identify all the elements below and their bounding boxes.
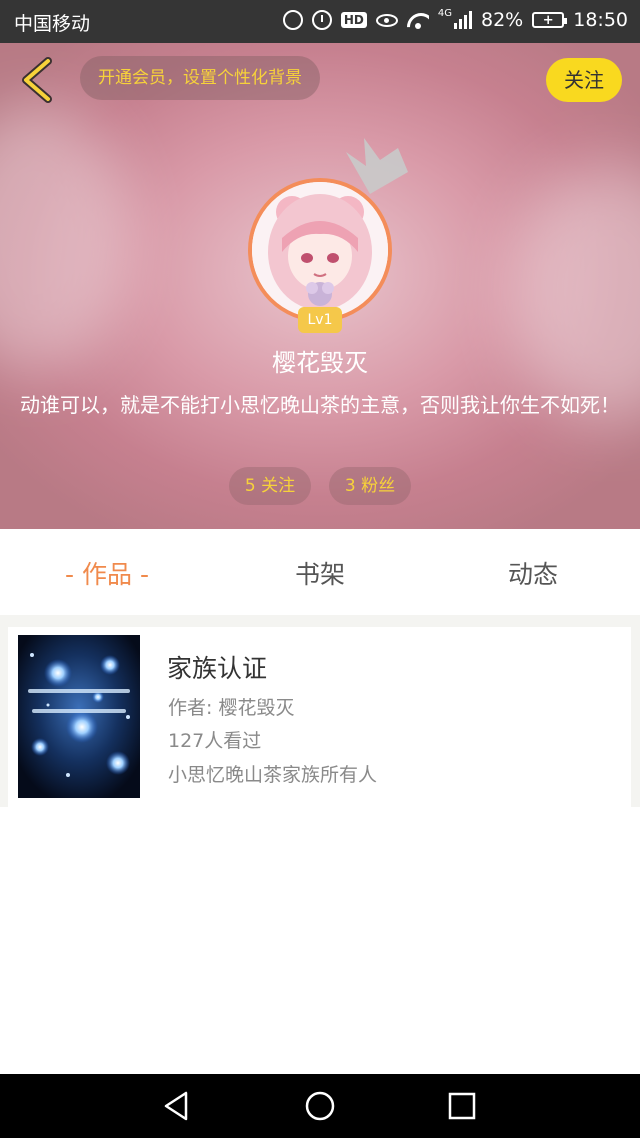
back-button[interactable] [18, 57, 58, 103]
eye-comfort-icon [375, 13, 398, 27]
follows-count[interactable]: 5 关注 [229, 467, 311, 505]
vip-background-prompt[interactable]: 开通会员，设置个性化背景 [80, 56, 320, 100]
alarm-icon [311, 10, 332, 30]
work-description: 小思忆晚山茶家族所有人 [168, 764, 378, 786]
wifi-icon [407, 11, 429, 29]
follow-button[interactable]: 关注 [546, 58, 622, 102]
tab-activity[interactable]: 动态 [426, 529, 640, 615]
work-card[interactable]: 家族认证 作者: 樱花毁灭 127人看过 小思忆晚山茶家族所有人 [8, 627, 631, 807]
tab-bookshelf[interactable]: 书架 [213, 529, 427, 615]
nav-back-button[interactable] [160, 1088, 196, 1124]
signal-icon [454, 11, 472, 29]
work-views: 127人看过 [168, 730, 262, 752]
clock: 18:50 [573, 9, 628, 31]
carrier-name: 中国移动 [14, 13, 91, 35]
work-author: 作者: 樱花毁灭 [168, 697, 295, 719]
background-blur-right [510, 163, 640, 423]
chevron-left-icon [22, 57, 52, 103]
battery-icon: + [532, 12, 568, 28]
status-bar: 中国移动 HD 4G 82% + 18:50 [0, 0, 640, 43]
work-cover[interactable] [18, 635, 140, 798]
hd-icon: HD [340, 12, 367, 28]
network-type: 4G [437, 7, 452, 19]
work-title: 家族认证 [167, 654, 268, 683]
user-bio: 动谁可以，就是不能打小思忆晚山茶的主意，否则我让你生不如死！ [20, 393, 620, 417]
data-saver-icon [282, 10, 303, 30]
fans-count[interactable]: 3 粉丝 [329, 467, 411, 505]
triangle-back-icon [164, 1091, 188, 1121]
tab-works[interactable]: - 作品 - [0, 529, 214, 615]
avatar[interactable] [248, 178, 392, 322]
status-icons: HD 4G 82% + 18:50 [282, 7, 628, 31]
level-badge: Lv1 [298, 307, 342, 333]
starfield-cover-image [18, 635, 140, 798]
circle-home-icon [305, 1091, 335, 1121]
square-recents-icon [448, 1092, 476, 1120]
profile-tabs: - 作品 - 书架 动态 [0, 529, 640, 615]
nav-home-button[interactable] [302, 1088, 338, 1124]
profile-header: 开通会员，设置个性化背景 关注 Lv1 樱花毁灭 动谁可以，就是不能打小思忆晚山… [0, 43, 640, 529]
background-blur-left [0, 103, 130, 373]
avatar-image [252, 182, 388, 318]
username: 樱花毁灭 [272, 349, 368, 377]
nav-recents-button[interactable] [444, 1088, 480, 1124]
works-list: 家族认证 作者: 樱花毁灭 127人看过 小思忆晚山茶家族所有人 [0, 615, 640, 807]
system-nav-bar [0, 1074, 640, 1138]
battery-percent: 82% [481, 9, 524, 31]
